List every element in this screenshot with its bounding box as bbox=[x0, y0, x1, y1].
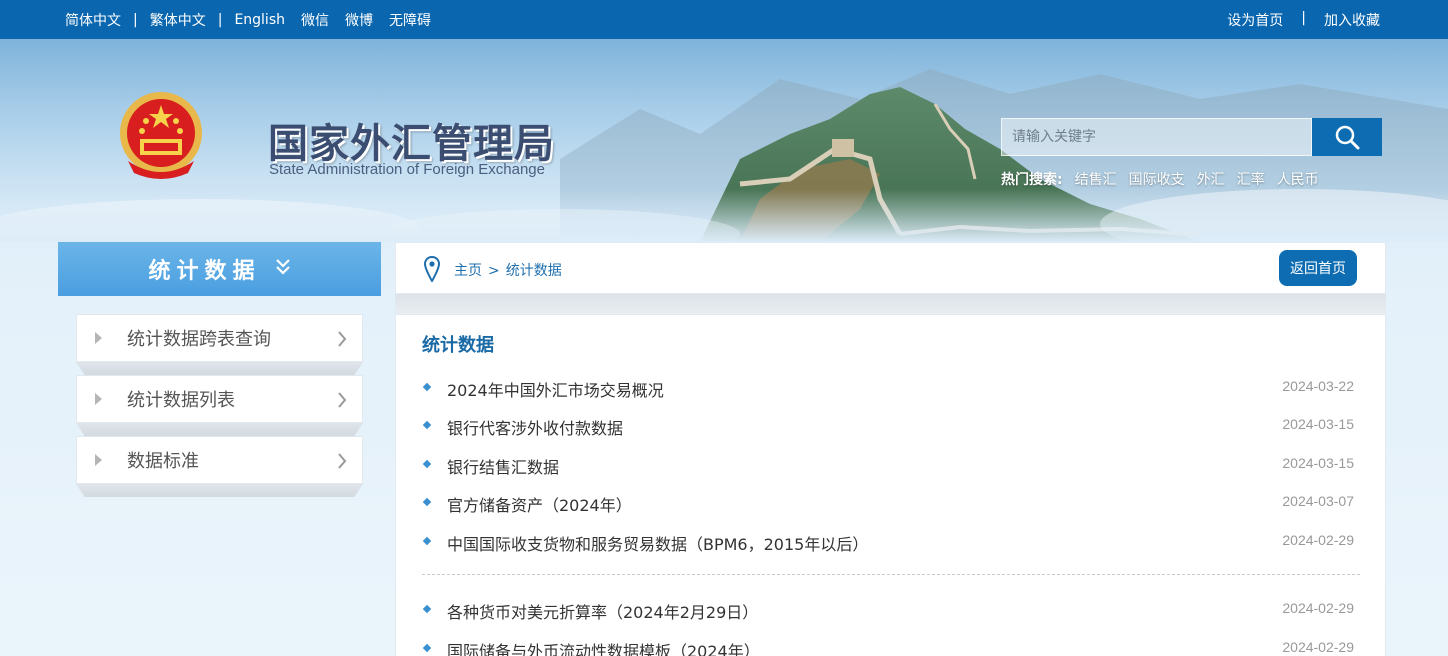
list-item[interactable]: 银行结售汇数据 2024-03-15 bbox=[422, 454, 1354, 478]
list-item-date: 2024-03-15 bbox=[1282, 455, 1354, 471]
lang-english-link[interactable]: English bbox=[234, 12, 285, 28]
separator: | bbox=[217, 12, 223, 28]
bullet-icon bbox=[422, 382, 432, 392]
hot-search-bar: 热门搜索: 结售汇 国际收支 外汇 汇率 人民币 bbox=[1001, 169, 1331, 189]
breadcrumb-path: 主页 > 统计数据 bbox=[454, 260, 562, 280]
breadcrumb-current[interactable]: 统计数据 bbox=[506, 263, 562, 279]
separator: | bbox=[133, 12, 138, 28]
sidebar-item-data-list[interactable]: 统计数据列表 bbox=[76, 375, 363, 423]
search-icon bbox=[1335, 125, 1360, 150]
separator: | bbox=[1301, 10, 1306, 26]
hot-search-item[interactable]: 外汇 bbox=[1197, 169, 1225, 189]
list-item-date: 2024-03-22 bbox=[1282, 378, 1354, 394]
set-homepage-link[interactable]: 设为首页 bbox=[1227, 10, 1283, 30]
bullet-icon bbox=[422, 420, 432, 430]
bullet-icon bbox=[422, 459, 432, 469]
breadcrumb-separator: > bbox=[488, 263, 500, 279]
site-title-en: State Administration of Foreign Exchange bbox=[269, 161, 545, 178]
chevron-right-icon bbox=[338, 331, 347, 347]
chevron-right-icon bbox=[338, 392, 347, 408]
list-item[interactable]: 国际储备与外币流动性数据模板（2024年） 2024-02-29 bbox=[422, 638, 1354, 656]
list-item-title[interactable]: 国际储备与外币流动性数据模板（2024年） bbox=[447, 638, 760, 656]
list-item[interactable]: 中国国际收支货物和服务贸易数据（BPM6，2015年以后） 2024-02-29 bbox=[422, 531, 1354, 555]
lang-traditional-link[interactable]: 繁体中文 bbox=[150, 10, 206, 30]
language-bar: 简体中文 | 繁体中文 | English 微信 微博 无障碍 bbox=[65, 10, 431, 30]
list-item-title[interactable]: 银行代客涉外收付款数据 bbox=[447, 415, 623, 439]
search-input[interactable] bbox=[1001, 118, 1312, 156]
list-item[interactable]: 银行代客涉外收付款数据 2024-03-15 bbox=[422, 415, 1354, 439]
breadcrumb-home-link[interactable]: 主页 bbox=[454, 263, 482, 279]
list-item-date: 2024-02-29 bbox=[1282, 532, 1354, 548]
top-bar: 简体中文 | 繁体中文 | English 微信 微博 无障碍 设为首页 | 加… bbox=[0, 0, 1448, 39]
wechat-link[interactable]: 微信 bbox=[301, 10, 329, 30]
bullet-triangle-icon bbox=[95, 393, 102, 405]
list-item-date: 2024-02-29 bbox=[1282, 639, 1354, 655]
location-pin-icon bbox=[424, 256, 440, 282]
back-home-button[interactable]: 返回首页 bbox=[1279, 250, 1357, 286]
sidebar-item-label: 统计数据跨表查询 bbox=[127, 329, 271, 350]
chevron-right-icon bbox=[338, 453, 347, 469]
sidebar-item-shadow bbox=[76, 423, 363, 436]
list-item-title[interactable]: 中国国际收支货物和服务贸易数据（BPM6，2015年以后） bbox=[447, 531, 868, 555]
sidebar-item-label: 统计数据列表 bbox=[127, 390, 235, 411]
bullet-icon bbox=[422, 604, 432, 614]
bullet-icon bbox=[422, 536, 432, 546]
bullet-triangle-icon bbox=[95, 332, 102, 344]
hot-search-item[interactable]: 结售汇 bbox=[1075, 169, 1117, 189]
content-title: 统计数据 bbox=[422, 335, 494, 356]
list-item-title[interactable]: 2024年中国外汇市场交易概况 bbox=[447, 377, 664, 401]
search-button[interactable] bbox=[1312, 118, 1382, 156]
content-panel: 统计数据 2024年中国外汇市场交易概况 2024-03-22 银行代客涉外收付… bbox=[395, 314, 1386, 656]
national-emblem-logo bbox=[120, 92, 202, 179]
list-item[interactable]: 2024年中国外汇市场交易概况 2024-03-22 bbox=[422, 377, 1354, 401]
hot-search-label: 热门搜索: bbox=[1001, 172, 1063, 188]
bullet-icon bbox=[422, 497, 432, 507]
lang-simplified-link[interactable]: 简体中文 bbox=[65, 10, 121, 30]
sidebar-title: 统计数据 bbox=[148, 259, 261, 284]
utility-links: 设为首页 | 加入收藏 bbox=[1227, 10, 1380, 30]
sidebar-item-cross-query[interactable]: 统计数据跨表查询 bbox=[76, 314, 363, 362]
chevron-down-icon bbox=[275, 258, 291, 280]
hot-search-item[interactable]: 汇率 bbox=[1237, 169, 1265, 189]
list-item-title[interactable]: 各种货币对美元折算率（2024年2月29日） bbox=[447, 599, 758, 623]
list-item-date: 2024-03-07 bbox=[1282, 493, 1354, 509]
add-favorite-link[interactable]: 加入收藏 bbox=[1324, 10, 1380, 30]
sidebar-item-label: 数据标准 bbox=[127, 451, 199, 472]
accessibility-link[interactable]: 无障碍 bbox=[389, 10, 431, 30]
sidebar-item-shadow bbox=[76, 484, 363, 497]
header-banner: 国家外汇管理局 State Administration of Foreign … bbox=[0, 39, 1448, 242]
breadcrumb: 主页 > 统计数据 bbox=[395, 242, 1386, 294]
hot-search-item[interactable]: 国际收支 bbox=[1129, 169, 1185, 189]
list-divider bbox=[422, 574, 1360, 575]
list-item[interactable]: 各种货币对美元折算率（2024年2月29日） 2024-02-29 bbox=[422, 599, 1354, 623]
list-item-date: 2024-02-29 bbox=[1282, 600, 1354, 616]
bullet-icon bbox=[422, 643, 432, 653]
list-item[interactable]: 官方储备资产（2024年） 2024-03-07 bbox=[422, 492, 1354, 516]
bullet-triangle-icon bbox=[95, 454, 102, 466]
list-item-title[interactable]: 官方储备资产（2024年） bbox=[447, 492, 632, 516]
list-item-date: 2024-03-15 bbox=[1282, 416, 1354, 432]
sidebar-header[interactable]: 统计数据 bbox=[58, 242, 381, 296]
weibo-link[interactable]: 微博 bbox=[345, 10, 373, 30]
sidebar-item-shadow bbox=[76, 362, 363, 375]
sidebar-item-data-standard[interactable]: 数据标准 bbox=[76, 436, 363, 484]
hot-search-item[interactable]: 人民币 bbox=[1277, 169, 1319, 189]
list-item-title[interactable]: 银行结售汇数据 bbox=[447, 454, 559, 478]
breadcrumb-shadow bbox=[395, 294, 1386, 314]
